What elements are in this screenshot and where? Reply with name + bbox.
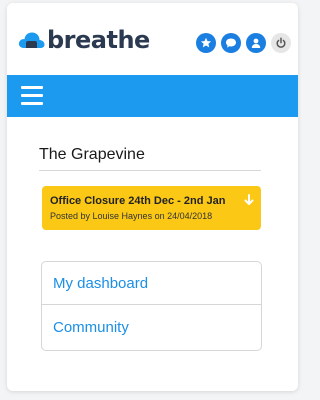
hamburger-menu-icon[interactable] (21, 85, 43, 107)
star-icon (200, 37, 212, 48)
arrow-down-icon[interactable] (244, 194, 254, 206)
favourites-button[interactable] (196, 33, 216, 53)
navbar (7, 75, 298, 117)
menu-line (21, 86, 43, 89)
cloud-logo-icon (18, 32, 45, 48)
menu-line (21, 102, 43, 105)
link-community[interactable]: Community (42, 306, 261, 349)
app-frame: breathe The Grapevine Office Closure 24t… (7, 3, 298, 391)
brand-logo[interactable]: breathe (18, 25, 150, 55)
user-icon (251, 38, 261, 48)
brand-name: breathe (47, 26, 150, 54)
notice-title: Office Closure 24th Dec - 2nd Jan (50, 195, 226, 207)
header-icons (191, 33, 291, 53)
notice-subtitle: Posted by Louise Haynes on 24/04/2018 (50, 211, 213, 221)
power-icon (276, 37, 286, 48)
chat-icon (226, 38, 236, 48)
grapevine-title: The Grapevine (39, 145, 261, 171)
profile-button[interactable] (246, 33, 266, 53)
notice-card[interactable]: Office Closure 24th Dec - 2nd Jan Posted… (42, 186, 261, 230)
menu-line (21, 94, 43, 97)
logout-button[interactable] (271, 33, 291, 53)
link-my-dashboard[interactable]: My dashboard (42, 262, 261, 305)
header: breathe (7, 3, 298, 75)
quick-links: My dashboard Community (41, 261, 262, 351)
messages-button[interactable] (221, 33, 241, 53)
